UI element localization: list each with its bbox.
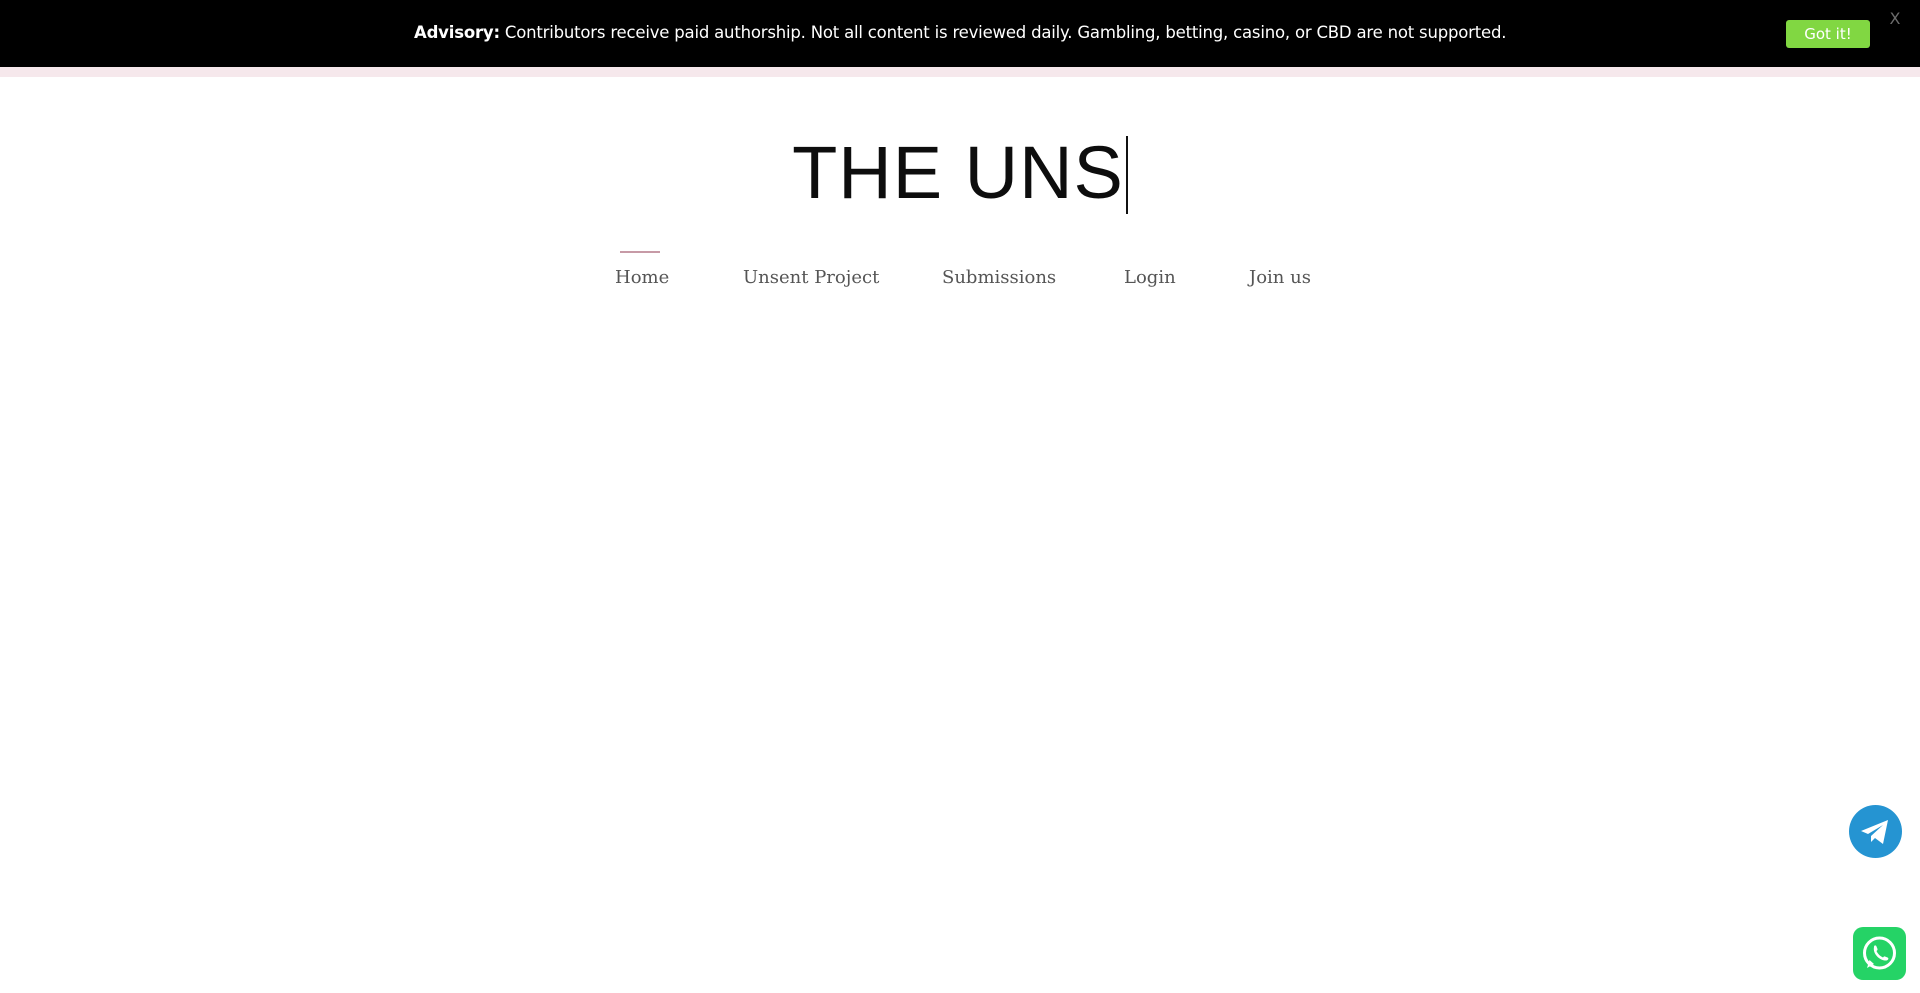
- advisory-banner: Advisory: Contributors receive paid auth…: [0, 0, 1920, 67]
- site-title: THE UNS: [0, 128, 1920, 218]
- whatsapp-button[interactable]: [1853, 927, 1906, 980]
- typing-caret: [1125, 136, 1128, 214]
- nav-item-join-us[interactable]: Join us: [1249, 263, 1311, 293]
- advisory-message: Contributors receive paid authorship. No…: [504, 23, 1507, 42]
- whatsapp-icon: [1863, 936, 1896, 970]
- nav-item-login[interactable]: Login: [1124, 263, 1176, 293]
- advisory-label: Advisory:: [414, 23, 500, 42]
- site-title-text: THE UNS: [792, 131, 1124, 214]
- nav-item-submissions[interactable]: Submissions: [942, 263, 1056, 293]
- close-banner-button[interactable]: X: [1886, 8, 1904, 30]
- nav-item-home[interactable]: Home: [615, 263, 669, 293]
- advisory-text: Advisory: Contributors receive paid auth…: [414, 22, 1506, 44]
- nav-active-indicator: [620, 251, 660, 253]
- nav-item-unsent-project[interactable]: Unsent Project: [743, 263, 879, 293]
- main-nav: Home Unsent Project Submissions Login Jo…: [0, 263, 1920, 293]
- header-divider: [0, 67, 1920, 77]
- telegram-icon: [1861, 820, 1888, 844]
- telegram-button[interactable]: [1849, 805, 1902, 858]
- got-it-button[interactable]: Got it!: [1786, 20, 1870, 48]
